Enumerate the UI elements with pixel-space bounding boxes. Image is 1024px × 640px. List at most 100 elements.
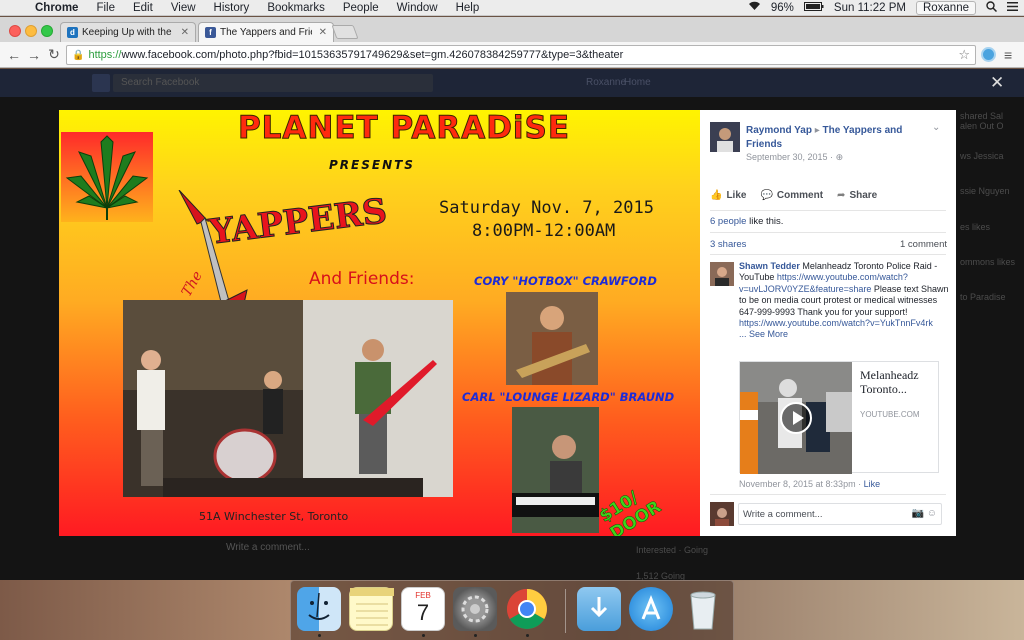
play-icon[interactable] — [780, 402, 812, 434]
likes-rest: like this. — [746, 216, 784, 227]
video-thumbnail[interactable] — [740, 362, 852, 474]
battery-percent[interactable]: 96% — [771, 2, 794, 14]
nav-home-link[interactable]: Home — [624, 77, 651, 88]
share-button[interactable]: ➦ Share — [837, 190, 877, 201]
post-date: September 30, 2015 · ⊕ — [746, 152, 843, 163]
flyer-title: PLANET PARADiSE — [237, 110, 571, 147]
extension-icon[interactable] — [981, 47, 996, 62]
tab-title: The Yappers and Friends — [220, 27, 312, 38]
notification-center-icon[interactable] — [1007, 1, 1018, 14]
window-zoom-button[interactable] — [41, 25, 53, 37]
background-snippet: Interested · Going — [636, 545, 709, 555]
background-snippet: alen Out O — [960, 121, 1004, 131]
author-avatar[interactable] — [710, 122, 740, 152]
finder-icon[interactable] — [297, 587, 341, 631]
camera-icon[interactable]: 📷 — [912, 508, 924, 519]
comment-timestamp[interactable]: November 8, 2015 at 8:33pm · — [739, 479, 864, 489]
dock-separator — [565, 589, 566, 633]
finder-running-indicator — [318, 634, 321, 637]
background-snippet: ws Jessica — [960, 151, 1004, 161]
post-date-text[interactable]: September 30, 2015 · — [746, 152, 833, 162]
comment-body: Shawn Tedder Melanheadz Toronto Police R… — [739, 261, 951, 341]
menu-bookmarks[interactable]: Bookmarks — [258, 2, 334, 14]
facebook-top-bar: Search Facebook Roxanne Home — [0, 69, 1024, 97]
commenter-avatar[interactable] — [710, 262, 734, 286]
address-bar[interactable]: 🔒 https:// www.facebook.com/photo.php?fb… — [66, 45, 976, 65]
calendar-month: FEB — [415, 591, 431, 600]
reload-icon[interactable]: ↻ — [44, 46, 64, 63]
tab-close-icon[interactable]: ✕ — [319, 27, 327, 38]
background-snippet: 1,512 Going — [636, 571, 686, 580]
spotlight-icon[interactable] — [986, 0, 998, 15]
divider — [710, 232, 946, 233]
comment-like-link[interactable]: Like — [864, 479, 881, 489]
facebook-search-input[interactable]: Search Facebook — [113, 74, 433, 92]
window-close-button[interactable] — [9, 25, 21, 37]
comment-label: Comment — [776, 190, 824, 201]
menu-file[interactable]: File — [87, 2, 124, 14]
menu-app-chrome[interactable]: Chrome — [26, 2, 87, 14]
facebook-logo-icon[interactable] — [92, 74, 110, 92]
notes-icon[interactable] — [349, 587, 394, 631]
share-arrow-icon: ➦ — [837, 190, 846, 201]
menu-history[interactable]: History — [205, 2, 259, 14]
comment-button[interactable]: 💬 Comment — [760, 190, 823, 201]
preview-title[interactable]: Melanheadz Toronto... — [860, 368, 936, 396]
new-tab-button[interactable] — [331, 25, 359, 39]
chrome-menu-icon[interactable]: ≡ — [1004, 47, 1012, 63]
link-preview-card[interactable]: Melanheadz Toronto... YOUTUBE.COM — [739, 361, 939, 474]
likes-link[interactable]: 6 people — [710, 216, 746, 227]
divider — [710, 210, 946, 211]
menu-edit[interactable]: Edit — [124, 2, 162, 14]
url-text: www.facebook.com/photo.php?fbid=10153635… — [121, 49, 624, 61]
nav-profile-link[interactable]: Roxanne — [586, 77, 626, 88]
menu-help[interactable]: Help — [447, 2, 489, 14]
downloads-icon[interactable] — [577, 587, 621, 631]
menu-window[interactable]: Window — [388, 2, 447, 14]
chrome-icon[interactable] — [505, 587, 549, 631]
back-arrow-icon[interactable]: ← — [4, 47, 24, 63]
like-button[interactable]: 👍 Like — [710, 190, 746, 201]
flyer-address: 51A Winchester St, Toronto — [199, 510, 349, 523]
tab-kardashians[interactable]: d Keeping Up with the Kardas ✕ — [60, 22, 196, 42]
comment-link-2[interactable]: https://www.youtube.com/watch?v=YukTnnFv… — [739, 318, 933, 328]
divider — [710, 494, 946, 495]
comment-count[interactable]: 1 comment — [900, 239, 947, 250]
like-label: Like — [726, 190, 747, 201]
app-store-icon[interactable] — [629, 587, 673, 631]
window-minimize-button[interactable] — [25, 25, 37, 37]
flyer-guest-carl: CARL "LOUNGE LIZARD" BRAUND — [462, 390, 675, 404]
user-switcher[interactable]: Roxanne — [915, 0, 976, 15]
tab-close-icon[interactable]: ✕ — [181, 27, 189, 38]
bookmark-star-icon[interactable]: ☆ — [958, 47, 970, 63]
tab-title: Keeping Up with the Kardas — [82, 27, 174, 38]
emoji-icon[interactable]: ☺ — [927, 508, 937, 519]
trash-icon[interactable] — [681, 587, 725, 631]
menu-view[interactable]: View — [162, 2, 205, 14]
event-flyer-photo[interactable]: PLANET PARADiSE PRESENTS YAPPERS The Sat… — [59, 110, 700, 536]
write-comment-input[interactable]: Write a comment... 📷 ☺ — [738, 503, 942, 525]
see-more-link[interactable]: ... See More — [739, 329, 788, 339]
system-preferences-running-indicator — [474, 634, 477, 637]
background-snippet: ssie Nguyen — [960, 186, 1010, 196]
background-write-comment: Write a comment... — [226, 542, 310, 553]
system-preferences-icon[interactable] — [453, 587, 497, 631]
flyer-guest-cory: CORY "HOTBOX" CRAWFORD — [474, 274, 657, 288]
author-link[interactable]: Raymond Yap — [746, 125, 812, 136]
close-theater-icon[interactable]: ✕ — [990, 73, 1004, 93]
calendar-icon[interactable]: FEB 7 — [401, 587, 445, 631]
preview-domain: YOUTUBE.COM — [860, 410, 920, 419]
divider — [710, 254, 946, 255]
battery-icon[interactable] — [803, 1, 824, 14]
shares-link[interactable]: 3 shares — [710, 239, 746, 250]
arrow-right-icon: ▸ — [814, 125, 820, 136]
clock[interactable]: Sun 11:22 PM — [834, 2, 906, 14]
tab-yappers[interactable]: f The Yappers and Friends ✕ — [198, 22, 334, 42]
wifi-icon[interactable] — [748, 1, 761, 14]
chevron-down-icon[interactable]: ⌄ — [932, 122, 940, 133]
menu-people[interactable]: People — [334, 2, 388, 14]
chrome-running-indicator — [526, 634, 529, 637]
commenter-name-link[interactable]: Shawn Tedder — [739, 261, 800, 271]
forward-arrow-icon[interactable]: → — [24, 47, 44, 63]
lock-icon: 🔒 — [72, 49, 85, 61]
